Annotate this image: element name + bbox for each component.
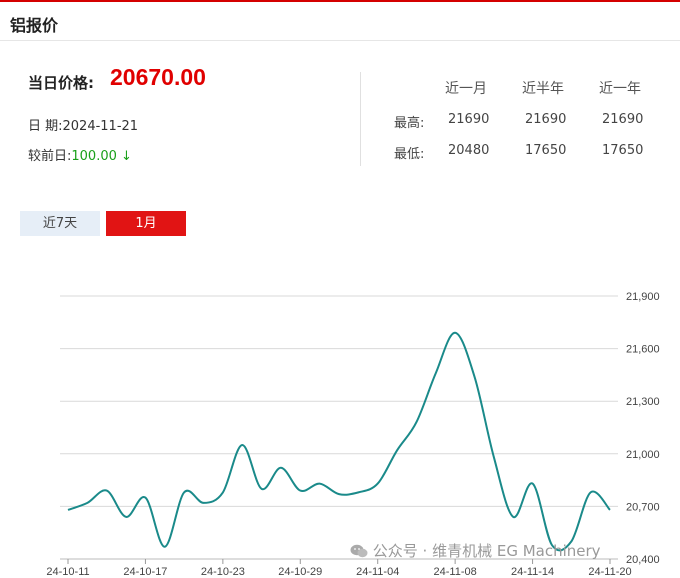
price-series-line — [67, 331, 611, 552]
x-tick-label: 24-11-20 — [588, 566, 631, 578]
wechat-icon — [350, 544, 368, 558]
x-tick-label: 24-10-29 — [278, 566, 322, 578]
x-tick-label: 24-10-11 — [46, 566, 89, 578]
tab-7-days[interactable]: 近7天 — [20, 211, 100, 236]
x-tick-label: 24-11-08 — [434, 566, 477, 578]
stats-header-year: 近一年 — [599, 81, 641, 97]
change-label: 较前日: — [28, 149, 72, 164]
y-tick-label: 20,700 — [626, 501, 660, 513]
y-tick-label: 21,900 — [626, 291, 660, 303]
y-tick-label: 21,600 — [626, 344, 660, 356]
stats-low-half-year: 17650 — [525, 143, 567, 158]
x-tick-label: 24-11-04 — [356, 566, 399, 578]
vertical-divider — [360, 72, 361, 166]
date-row: 日 期:2024-11-21 — [28, 119, 139, 134]
change-value: 100.00 — [71, 149, 117, 164]
stats-header-half-year: 近半年 — [522, 81, 564, 97]
change-row: 较前日:100.00 ↓ — [28, 145, 132, 164]
stats-low-year: 17650 — [602, 143, 644, 158]
x-tick-label: 24-10-17 — [123, 566, 167, 578]
page-header: 铝报价 — [0, 2, 680, 41]
price-value: 20670.00 — [110, 64, 206, 90]
tab-1-month[interactable]: 1月 — [106, 211, 186, 236]
x-tick-label: 24-11-14 — [511, 566, 554, 578]
arrow-down-icon: ↓ — [121, 149, 132, 164]
price-label: 当日价格: — [28, 74, 94, 92]
stats-row-low-label: 最低: — [394, 147, 425, 162]
y-tick-label: 20,400 — [626, 554, 660, 566]
page-title: 铝报价 — [10, 16, 59, 35]
y-tick-label: 21,000 — [626, 449, 660, 461]
price-line-chart: 21,90021,60021,30021,00020,70020,40024-1… — [46, 291, 660, 578]
x-tick-label: 24-10-23 — [201, 566, 245, 578]
stats-high-year: 21690 — [602, 112, 644, 127]
stats-low-month: 20480 — [448, 143, 490, 158]
stats-high-month: 21690 — [448, 112, 490, 127]
stats-row-high-label: 最高: — [394, 116, 425, 131]
watermark: 公众号 · 维青机械 EG Machinery — [350, 540, 601, 561]
stats-high-half-year: 21690 — [525, 112, 567, 127]
y-tick-label: 21,300 — [626, 396, 660, 408]
stats-header-month: 近一月 — [445, 81, 487, 97]
watermark-text: 公众号 · 维青机械 EG Machinery — [372, 542, 601, 560]
